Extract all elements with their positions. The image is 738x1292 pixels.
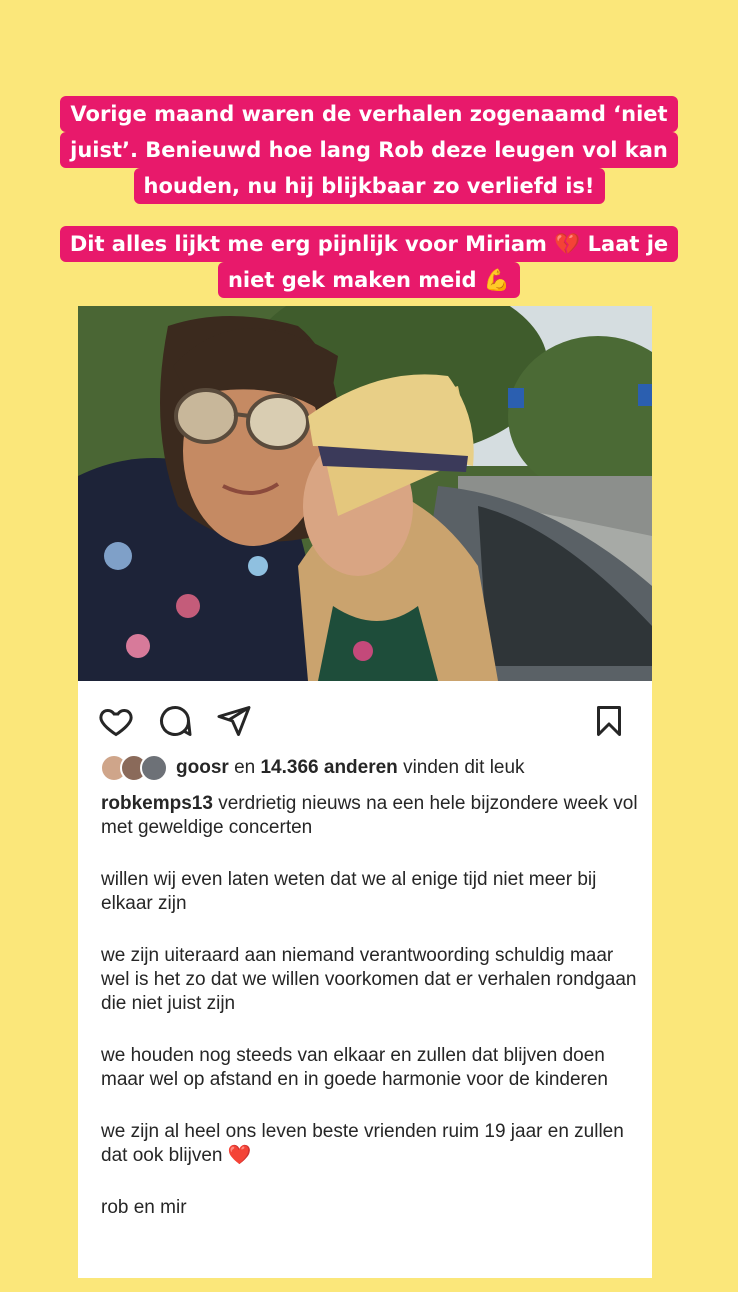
caption-paragraph: maar wel op afstand en in goede harmonie… <box>101 1069 608 1090</box>
bookmark-icon[interactable] <box>591 703 627 739</box>
caption-paragraph: we zijn al heel ons leven beste vrienden… <box>101 1121 624 1166</box>
caption-line: houden, nu hij blijkbaar zo verliefd is! <box>133 168 605 204</box>
heart-emoji: ❤️ <box>227 1145 252 1166</box>
share-icon[interactable] <box>216 703 252 739</box>
caption-username[interactable]: robkemps13 <box>101 793 213 814</box>
instagram-post-screenshot: goosr en 14.366 anderen vinden dit leuk … <box>78 306 652 1278</box>
likes-suffix: vinden dit leuk <box>403 757 525 778</box>
story-caption-bottom: Dit alles lijkt me erg pijnlijk voor Mir… <box>0 226 738 298</box>
caption-line: juist’. Benieuwd hoe lang Rob deze leuge… <box>60 132 678 168</box>
liker-username[interactable]: goosr <box>176 757 229 779</box>
post-photo <box>78 306 652 681</box>
avatar <box>140 754 168 782</box>
instagram-story: Vorige maand waren de verhalen zogenaamd… <box>0 0 738 1292</box>
liker-avatars <box>100 754 168 782</box>
heart-icon[interactable] <box>98 703 134 739</box>
comment-icon[interactable] <box>157 703 193 739</box>
caption-line: niet gek maken meid 💪 <box>217 262 521 298</box>
caption-signoff: rob en mir <box>101 1197 187 1218</box>
caption-paragraph: willen wij even laten weten dat we al en… <box>101 869 597 914</box>
caption-line: Vorige maand waren de verhalen zogenaamd… <box>60 96 678 132</box>
likes-summary: goosr en 14.366 anderen vinden dit leuk <box>100 754 525 782</box>
couple-selfie-illustration <box>78 306 652 681</box>
post-action-bar <box>78 681 652 751</box>
caption-paragraph: we zijn uiteraard aan niemand verantwoor… <box>101 945 637 1014</box>
likes-count[interactable]: 14.366 anderen <box>260 757 397 779</box>
caption-line: Dit alles lijkt me erg pijnlijk voor Mir… <box>59 226 679 262</box>
likes-connector: en <box>234 757 256 778</box>
caption-paragraph: we houden nog steeds van elkaar en zulle… <box>101 1045 605 1066</box>
story-caption-top: Vorige maand waren de verhalen zogenaamd… <box>0 96 738 204</box>
post-caption: robkemps13 verdrietig nieuws na een hele… <box>101 792 641 1248</box>
